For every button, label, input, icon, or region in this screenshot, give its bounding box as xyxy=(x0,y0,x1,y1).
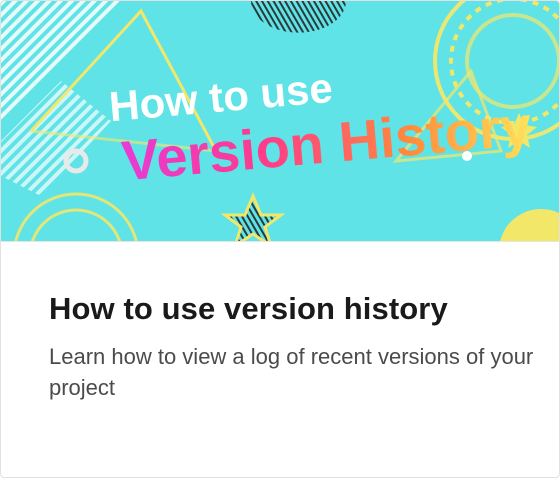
card-title[interactable]: How to use version history xyxy=(49,291,448,327)
tutorial-card[interactable]: How to use Version History How to use ve… xyxy=(0,0,560,478)
tutorial-thumbnail: How to use Version History xyxy=(1,1,559,241)
striped-semicircle xyxy=(251,1,346,33)
divider xyxy=(1,241,559,242)
star-decoration xyxy=(220,192,286,241)
thumbnail-artwork: How to use Version History xyxy=(1,1,559,241)
yellow-circle xyxy=(500,209,559,241)
card-description: Learn how to view a log of recent versio… xyxy=(49,344,534,400)
